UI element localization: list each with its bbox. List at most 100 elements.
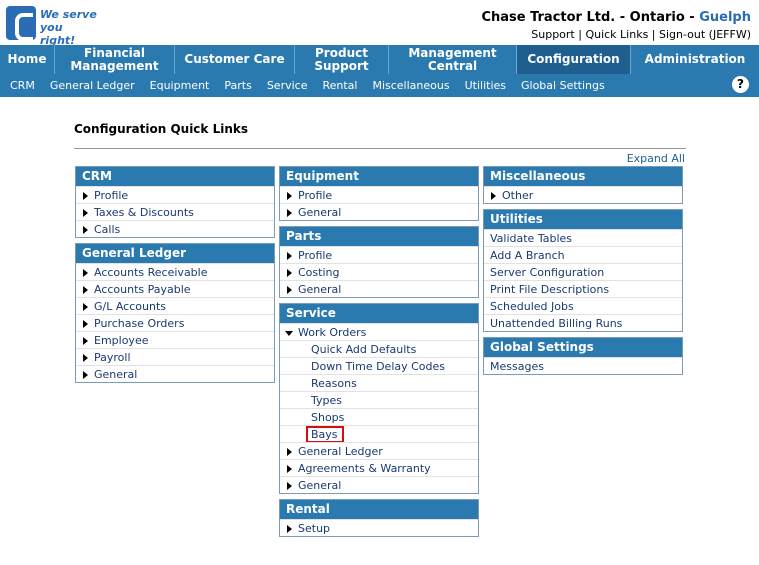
subnav-parts[interactable]: Parts — [224, 79, 251, 92]
list-item-work-orders[interactable]: Work Orders — [280, 323, 478, 340]
list-item[interactable]: General — [280, 280, 478, 297]
divider — [74, 148, 686, 149]
list-item[interactable]: Accounts Payable — [76, 280, 274, 297]
list-item[interactable]: Messages — [484, 357, 682, 374]
list-item[interactable]: Server Configuration — [484, 263, 682, 280]
expand-arrow-icon — [287, 465, 292, 473]
list-item[interactable]: Scheduled Jobs — [484, 297, 682, 314]
tab-administration[interactable]: Administration — [631, 45, 759, 74]
tab-product-support[interactable]: Product Support — [295, 45, 389, 74]
item-label: Agreements & Warranty — [298, 462, 431, 475]
expand-arrow-icon — [83, 192, 88, 200]
tab-customer-care[interactable]: Customer Care — [175, 45, 295, 74]
sub-item-bays[interactable]: Bays — [280, 425, 478, 443]
expand-arrow-icon — [83, 371, 88, 379]
panel-title: Miscellaneous — [484, 167, 682, 186]
logo-mark-icon — [6, 6, 36, 41]
expand-arrow-icon — [491, 192, 496, 200]
panel-utilities: Utilities Validate Tables Add A Branch S… — [483, 209, 683, 332]
item-label: Employee — [94, 334, 149, 347]
list-item[interactable]: Setup — [280, 519, 478, 536]
list-item[interactable]: Add A Branch — [484, 246, 682, 263]
subnav-service[interactable]: Service — [267, 79, 308, 92]
list-item[interactable]: Costing — [280, 263, 478, 280]
subnav-rental[interactable]: Rental — [322, 79, 357, 92]
tab-home[interactable]: Home — [0, 45, 55, 74]
list-item[interactable]: Profile — [76, 186, 274, 203]
list-item[interactable]: Agreements & Warranty — [280, 459, 478, 476]
tab-financial-management[interactable]: Financial Management — [55, 45, 175, 74]
tab-configuration[interactable]: Configuration — [517, 45, 631, 74]
item-label: Types — [311, 394, 342, 407]
list-item[interactable]: Taxes & Discounts — [76, 203, 274, 220]
help-icon[interactable]: ? — [732, 76, 749, 93]
item-label: Scheduled Jobs — [490, 300, 574, 313]
list-item[interactable]: Payroll — [76, 348, 274, 365]
branch-link[interactable]: Guelph — [699, 10, 751, 25]
list-item[interactable]: General — [280, 476, 478, 493]
item-label: Accounts Receivable — [94, 266, 208, 279]
item-label: Taxes & Discounts — [94, 206, 194, 219]
list-item[interactable]: General Ledger — [280, 442, 478, 459]
sub-item[interactable]: Reasons — [280, 374, 478, 391]
sub-item[interactable]: Down Time Delay Codes — [280, 357, 478, 374]
list-item[interactable]: Employee — [76, 331, 274, 348]
subnav-equipment[interactable]: Equipment — [150, 79, 210, 92]
list-item[interactable]: Purchase Orders — [76, 314, 274, 331]
expand-arrow-icon — [287, 209, 292, 217]
expand-arrow-icon — [83, 354, 88, 362]
item-label: Validate Tables — [490, 232, 573, 245]
panel-title: Parts — [280, 227, 478, 246]
list-item[interactable]: Profile — [280, 246, 478, 263]
expand-arrow-icon — [83, 269, 88, 277]
subnav-general-ledger[interactable]: General Ledger — [50, 79, 135, 92]
list-item[interactable]: Validate Tables — [484, 229, 682, 246]
item-label: General — [298, 283, 342, 296]
subnav-global-settings[interactable]: Global Settings — [521, 79, 605, 92]
expand-all-link[interactable]: Expand All — [627, 152, 685, 165]
sub-item[interactable]: Types — [280, 391, 478, 408]
subnav-miscellaneous[interactable]: Miscellaneous — [372, 79, 449, 92]
list-item[interactable]: General — [280, 203, 478, 220]
expand-arrow-icon — [287, 286, 292, 294]
tab-management-central[interactable]: Management Central — [389, 45, 517, 74]
subnav-crm[interactable]: CRM — [10, 79, 35, 92]
list-item[interactable]: Other — [484, 186, 682, 203]
list-item[interactable]: Profile — [280, 186, 478, 203]
panel-miscellaneous: Miscellaneous Other — [483, 166, 683, 204]
panel-title: General Ledger — [76, 244, 274, 263]
item-label: Accounts Payable — [94, 283, 191, 296]
list-item[interactable]: Unattended Billing Runs — [484, 314, 682, 331]
subnav-utilities[interactable]: Utilities — [465, 79, 506, 92]
panel-title: Global Settings — [484, 338, 682, 357]
item-label: Quick Add Defaults — [311, 343, 417, 356]
panel-service: Service Work Orders Quick Add Defaults D… — [279, 303, 479, 494]
expand-arrow-icon — [287, 192, 292, 200]
header: We serve you right! Chase Tractor Ltd. -… — [0, 0, 759, 47]
page-title: Configuration Quick Links — [74, 122, 249, 136]
panel-title: Equipment — [280, 167, 478, 186]
item-label: Add A Branch — [490, 249, 565, 262]
item-label: Shops — [311, 411, 345, 424]
expand-arrow-icon — [287, 525, 292, 533]
item-label: G/L Accounts — [94, 300, 166, 313]
sub-item[interactable]: Shops — [280, 408, 478, 425]
sub-item[interactable]: Quick Add Defaults — [280, 340, 478, 357]
panel-general-ledger: General Ledger Accounts Receivable Accou… — [75, 243, 275, 383]
panel-crm: CRM Profile Taxes & Discounts Calls — [75, 166, 275, 238]
item-label: Reasons — [311, 377, 357, 390]
item-label: Setup — [298, 522, 331, 535]
expand-arrow-icon — [83, 303, 88, 311]
collapse-arrow-icon — [285, 331, 293, 336]
list-item[interactable]: Print File Descriptions — [484, 280, 682, 297]
item-label: Costing — [298, 266, 340, 279]
list-item[interactable]: Calls — [76, 220, 274, 237]
list-item[interactable]: General — [76, 365, 274, 382]
list-item[interactable]: G/L Accounts — [76, 297, 274, 314]
top-links[interactable]: Support | Quick Links | Sign-out (JEFFW) — [531, 28, 751, 41]
list-item[interactable]: Accounts Receivable — [76, 263, 274, 280]
item-label: General Ledger — [298, 445, 383, 458]
panel-title: Service — [280, 304, 478, 323]
company-logo[interactable]: We serve you right! — [6, 6, 98, 47]
panel-title: Rental — [280, 500, 478, 519]
